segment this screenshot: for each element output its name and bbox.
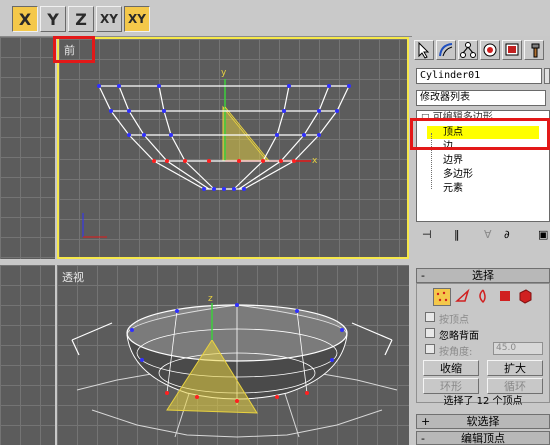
gizmo-x-label: x	[312, 156, 318, 166]
rollout-expand-icon: +	[421, 415, 431, 428]
perspective-gizmo-z-label: z	[208, 294, 213, 304]
front-viewport-scene: y x	[82, 68, 351, 238]
rollout-collapse-icon: -	[421, 432, 425, 445]
z-axis-button[interactable]: Z	[68, 6, 94, 32]
modifier-list-dropdown[interactable]: 修改器列表	[416, 90, 546, 106]
front-label-highlight	[53, 36, 95, 63]
polygon-mode-button[interactable]	[497, 288, 515, 306]
object-color-swatch[interactable]	[544, 68, 550, 84]
hammer-icon	[531, 43, 540, 58]
stack-toolbar: ⊣ ‖ ∀ ∂ ▣	[416, 226, 550, 246]
soft-selection-title: 软选择	[466, 415, 500, 428]
make-unique-icon[interactable]: ∀	[484, 228, 492, 241]
selection-rollout-title: 选择	[472, 269, 494, 282]
select-tool-button[interactable]	[414, 40, 434, 60]
selection-rollout-header[interactable]: - 选择	[416, 268, 550, 283]
xy-plane-cycle-button[interactable]: XY	[124, 6, 150, 32]
object-name-field[interactable]: Cylinder01	[416, 68, 542, 84]
xy-cycle-label: XY	[128, 12, 146, 26]
perspective-viewport-scene: z	[71, 294, 398, 438]
top-viewport-strip[interactable]	[0, 37, 55, 259]
hierarchy-icon	[460, 42, 476, 58]
border-mode-button[interactable]	[475, 288, 493, 306]
z-axis-label: Z	[75, 9, 87, 29]
edit-vertices-title: 编辑顶点	[461, 432, 505, 445]
curved-arrow-icon	[439, 43, 453, 57]
border-icon	[479, 289, 486, 304]
ignore-backfacing-checkbox[interactable]	[425, 328, 435, 338]
x-axis-label: X	[18, 9, 32, 29]
front-viewport[interactable]: y x 前	[57, 37, 409, 259]
xy-plane-label: XY	[100, 12, 118, 26]
display-tab[interactable]	[502, 40, 522, 60]
perspective-viewport-label[interactable]: 透视	[62, 269, 84, 285]
y-axis-button[interactable]: Y	[40, 6, 66, 32]
angle-spinner[interactable]: 45.0	[493, 342, 543, 355]
by-vertex-checkbox[interactable]	[425, 312, 435, 322]
y-axis-label: Y	[47, 9, 59, 29]
element-cube-icon	[519, 289, 532, 304]
vertex-dots-icon	[436, 291, 448, 302]
polygon-icon	[500, 291, 510, 301]
display-icon	[505, 43, 519, 56]
vertex-item-highlight	[410, 118, 550, 150]
soft-selection-rollout-header[interactable]: + 软选择	[416, 414, 550, 429]
motion-icon	[483, 43, 497, 57]
motion-tab[interactable]	[480, 40, 500, 60]
edge-icon	[455, 288, 470, 302]
rollout-collapse-icon: -	[421, 269, 425, 282]
perspective-viewport[interactable]: z 透视	[57, 265, 409, 445]
element-mode-button[interactable]	[517, 288, 535, 306]
show-end-result-icon[interactable]: ‖	[454, 228, 460, 241]
selection-status-text: 选择了 12 个顶点	[443, 396, 523, 407]
selection-rollout-body: 按顶点 忽略背面 按角度: 45.0 收缩 扩大 环形 循环	[416, 283, 550, 403]
stack-item-polygon-label: 多边形	[443, 169, 473, 180]
stack-item-polygon[interactable]: 多边形	[443, 168, 473, 181]
vertex-mode-button[interactable]	[433, 288, 451, 306]
by-vertex-label: 按顶点	[439, 315, 469, 326]
grow-button[interactable]: 扩大	[487, 360, 543, 376]
x-axis-button[interactable]: X	[12, 6, 38, 32]
edge-mode-button[interactable]	[455, 288, 473, 306]
axis-constraint-toolbar: X Y Z XY XY	[0, 0, 550, 37]
by-angle-label: 按角度:	[439, 347, 473, 358]
stack-item-element[interactable]: 元素	[443, 182, 463, 195]
stack-item-border-label: 边界	[443, 155, 463, 166]
modifier-list-label: 修改器列表	[420, 92, 470, 103]
pin-stack-icon[interactable]: ⊣	[422, 228, 432, 241]
gizmo-y-label: y	[221, 68, 227, 78]
edit-vertices-rollout-header[interactable]: - 编辑顶点	[416, 431, 550, 445]
utilities-tab[interactable]	[524, 40, 544, 60]
stack-item-border[interactable]: 边界	[443, 154, 463, 167]
configure-sets-icon[interactable]: ▣	[538, 228, 548, 241]
hierarchy-tab[interactable]	[458, 40, 478, 60]
ignore-backfacing-label: 忽略背面	[439, 331, 479, 342]
arrow-cursor-icon	[418, 41, 430, 59]
command-panel: Cylinder01 修改器列表 □ 可编辑多边形 顶点 边 边界 多边形 元素…	[410, 36, 550, 445]
xy-plane-button[interactable]: XY	[96, 6, 122, 32]
left-viewport-strip[interactable]	[0, 265, 55, 445]
by-angle-checkbox[interactable]	[425, 344, 435, 354]
remove-modifier-icon[interactable]: ∂	[504, 228, 510, 241]
modify-tab[interactable]	[436, 40, 456, 60]
transform-gizmo[interactable]	[222, 105, 269, 162]
stack-item-element-label: 元素	[443, 183, 463, 194]
shrink-button[interactable]: 收缩	[423, 360, 479, 376]
